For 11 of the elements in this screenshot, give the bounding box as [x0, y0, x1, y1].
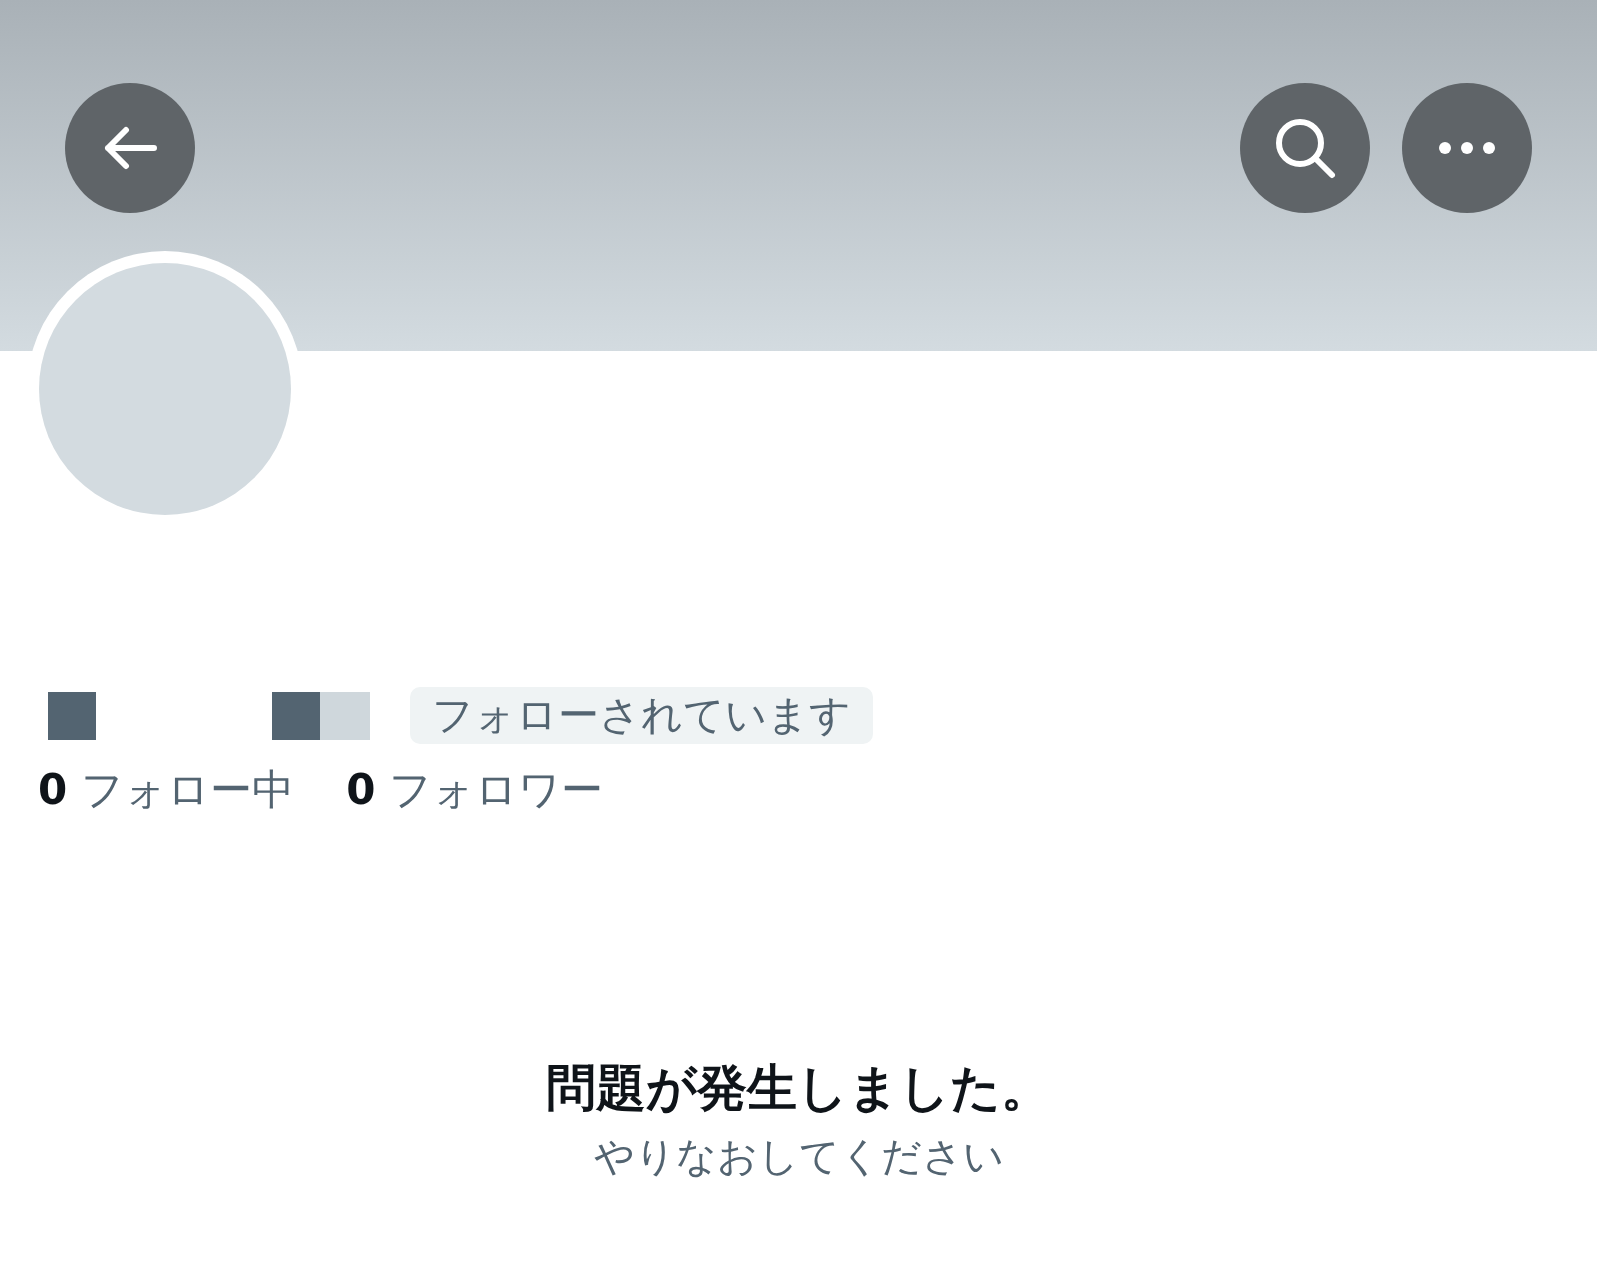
error-message: やりなおしてください [592, 1132, 1005, 1182]
redaction-block [272, 691, 320, 740]
stat-link[interactable]: 0 フォロワー [346, 758, 604, 822]
stat-link[interactable]: 0 フォロー中 [38, 758, 295, 822]
error-title: 問題が発生しました。 [545, 1058, 1052, 1120]
more-icon [1438, 141, 1496, 155]
redaction-block [320, 691, 370, 740]
back-icon [102, 126, 158, 170]
follows-you-badge: フォローされています [410, 687, 873, 745]
search-icon [1273, 116, 1337, 180]
redaction-block [48, 691, 96, 740]
